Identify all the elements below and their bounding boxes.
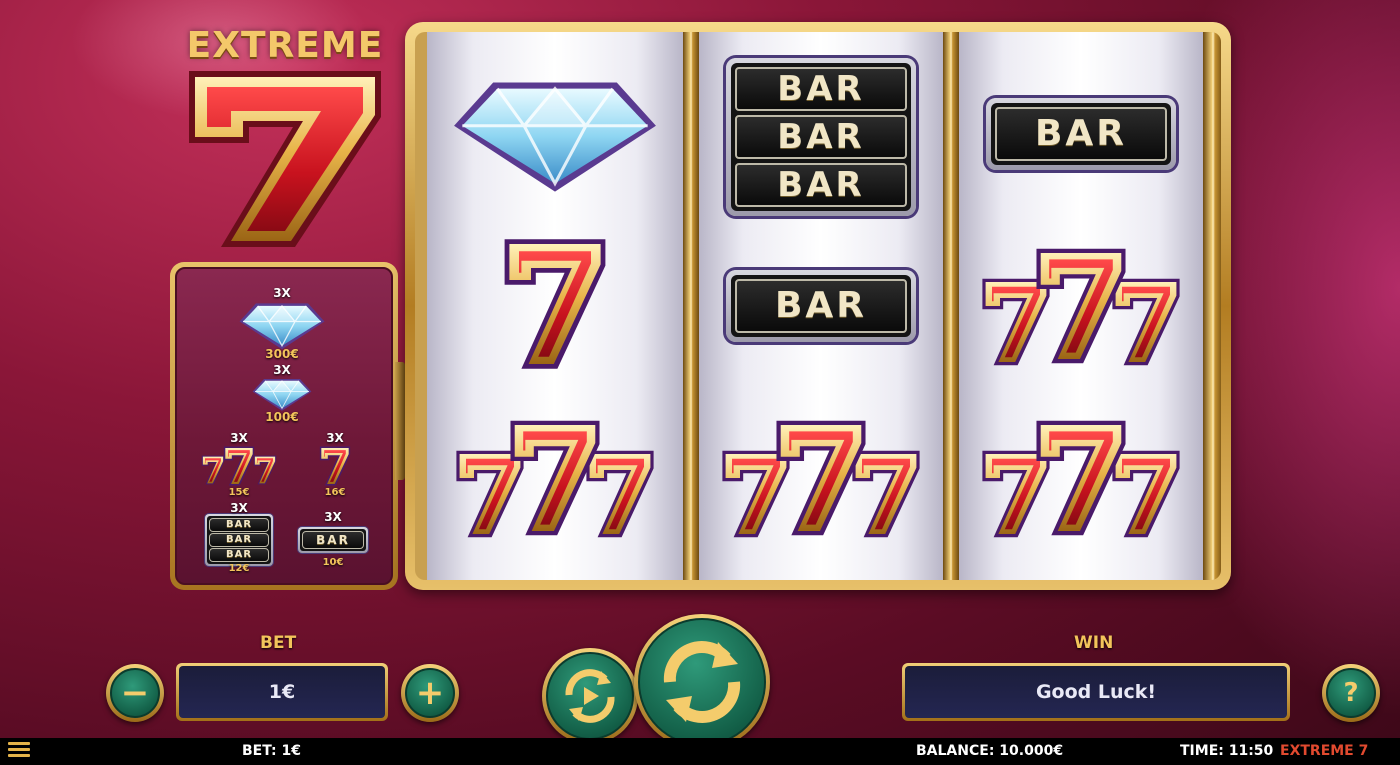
spin-button[interactable] — [634, 614, 770, 750]
triple-bar-icon: BAR BAR BAR — [726, 58, 916, 216]
autoplay-button[interactable] — [542, 648, 638, 744]
triple-seven-icon — [982, 248, 1180, 366]
paytable-payout: 100€ — [265, 410, 299, 424]
bar-icon: BAR — [986, 98, 1176, 170]
reel-symbol: BAR — [985, 94, 1177, 174]
minus-icon: − — [110, 668, 160, 718]
win-value: Good Luck! — [905, 666, 1287, 718]
paytable-item-triple-bar: 3X BAR BAR BAR 12€ — [203, 502, 275, 575]
triple-seven-icon — [982, 420, 1180, 538]
diamond-icon — [452, 72, 658, 196]
status-time: TIME: 11:50 — [1180, 743, 1274, 759]
seven-icon — [488, 232, 622, 376]
spin-icon — [663, 641, 741, 723]
status-balance: BALANCE: 10.000€ — [916, 743, 1064, 759]
bet-value: 1€ — [179, 666, 385, 718]
reel-divider — [943, 32, 959, 580]
paytable-payout: 15€ — [228, 487, 250, 498]
bet-decrease-button[interactable]: − — [106, 664, 164, 722]
paytable: 3X 300€ 3X 100€ 3X 15€ 3X 16€ 3X BAR BAR… — [170, 262, 398, 590]
paytable-multiplier: 3X — [230, 431, 248, 445]
reel-symbol — [445, 404, 665, 554]
paytable-payout: 10€ — [322, 557, 344, 568]
reel-symbol — [971, 232, 1191, 382]
bet-label: BET — [260, 633, 297, 653]
triple-seven-icon — [722, 420, 920, 538]
menu-icon[interactable] — [8, 742, 30, 760]
win-field: Good Luck! — [902, 663, 1290, 721]
paytable-multiplier: 3X — [324, 510, 342, 524]
status-game-name: EXTREME 7 — [1280, 743, 1369, 759]
reel-divider — [683, 32, 699, 580]
paytable-payout: 16€ — [324, 487, 346, 498]
bet-increase-button[interactable]: + — [401, 664, 459, 722]
bar-icon: BAR — [726, 270, 916, 342]
autoplay-icon — [565, 669, 615, 723]
reel-1 — [427, 32, 683, 580]
reel-symbol — [711, 404, 931, 554]
paytable-payout: 12€ — [228, 563, 250, 574]
help-icon: ? — [1326, 668, 1376, 718]
diamond-icon — [249, 376, 315, 412]
paytable-item-triple-seven: 3X 15€ — [199, 432, 279, 499]
diamond-icon — [232, 299, 332, 351]
reel-frame: BAR BAR BAR BAR BAR — [405, 22, 1231, 590]
reel-2: BAR BAR BAR BAR — [699, 32, 943, 580]
paytable-item-single-seven: 3X 16€ — [305, 432, 365, 499]
paytable-multiplier: 3X — [273, 286, 291, 300]
paytable-item-single-bar: 3X BAR 10€ — [295, 511, 371, 569]
paytable-multiplier: 3X — [273, 363, 291, 377]
reel-symbol — [485, 230, 625, 378]
paytable-toggle-handle[interactable] — [395, 362, 405, 480]
reel-symbol — [971, 404, 1191, 554]
triple-bar-icon: BAR BAR BAR — [205, 514, 273, 566]
paytable-multiplier: 3X — [230, 501, 248, 515]
triple-seven-icon — [456, 420, 654, 538]
status-bar: BET: 1€ BALANCE: 10.000€ TIME: 11:50 EXT… — [0, 738, 1400, 765]
reel-3: BAR — [959, 32, 1203, 580]
reel-symbol: BAR BAR BAR — [725, 58, 917, 216]
plus-icon: + — [405, 668, 455, 718]
status-bet: BET: 1€ — [242, 743, 301, 759]
win-label: WIN — [1074, 633, 1114, 653]
help-button[interactable]: ? — [1322, 664, 1380, 722]
reel-symbol: BAR — [725, 266, 917, 346]
bet-field: 1€ — [176, 663, 388, 721]
triple-seven-icon — [201, 446, 277, 486]
logo-seven-icon — [189, 71, 381, 247]
reel-symbol — [447, 64, 663, 204]
bar-icon: BAR — [298, 527, 368, 553]
logo-title: EXTREME — [186, 25, 384, 66]
paytable-item-small-diamond: 3X 100€ — [249, 364, 315, 423]
reel-divider — [1203, 32, 1221, 580]
paytable-multiplier: 3X — [326, 431, 344, 445]
game-logo: EXTREME — [185, 25, 385, 250]
seven-icon — [319, 446, 351, 486]
paytable-item-diamond: 3X 300€ — [232, 287, 332, 360]
